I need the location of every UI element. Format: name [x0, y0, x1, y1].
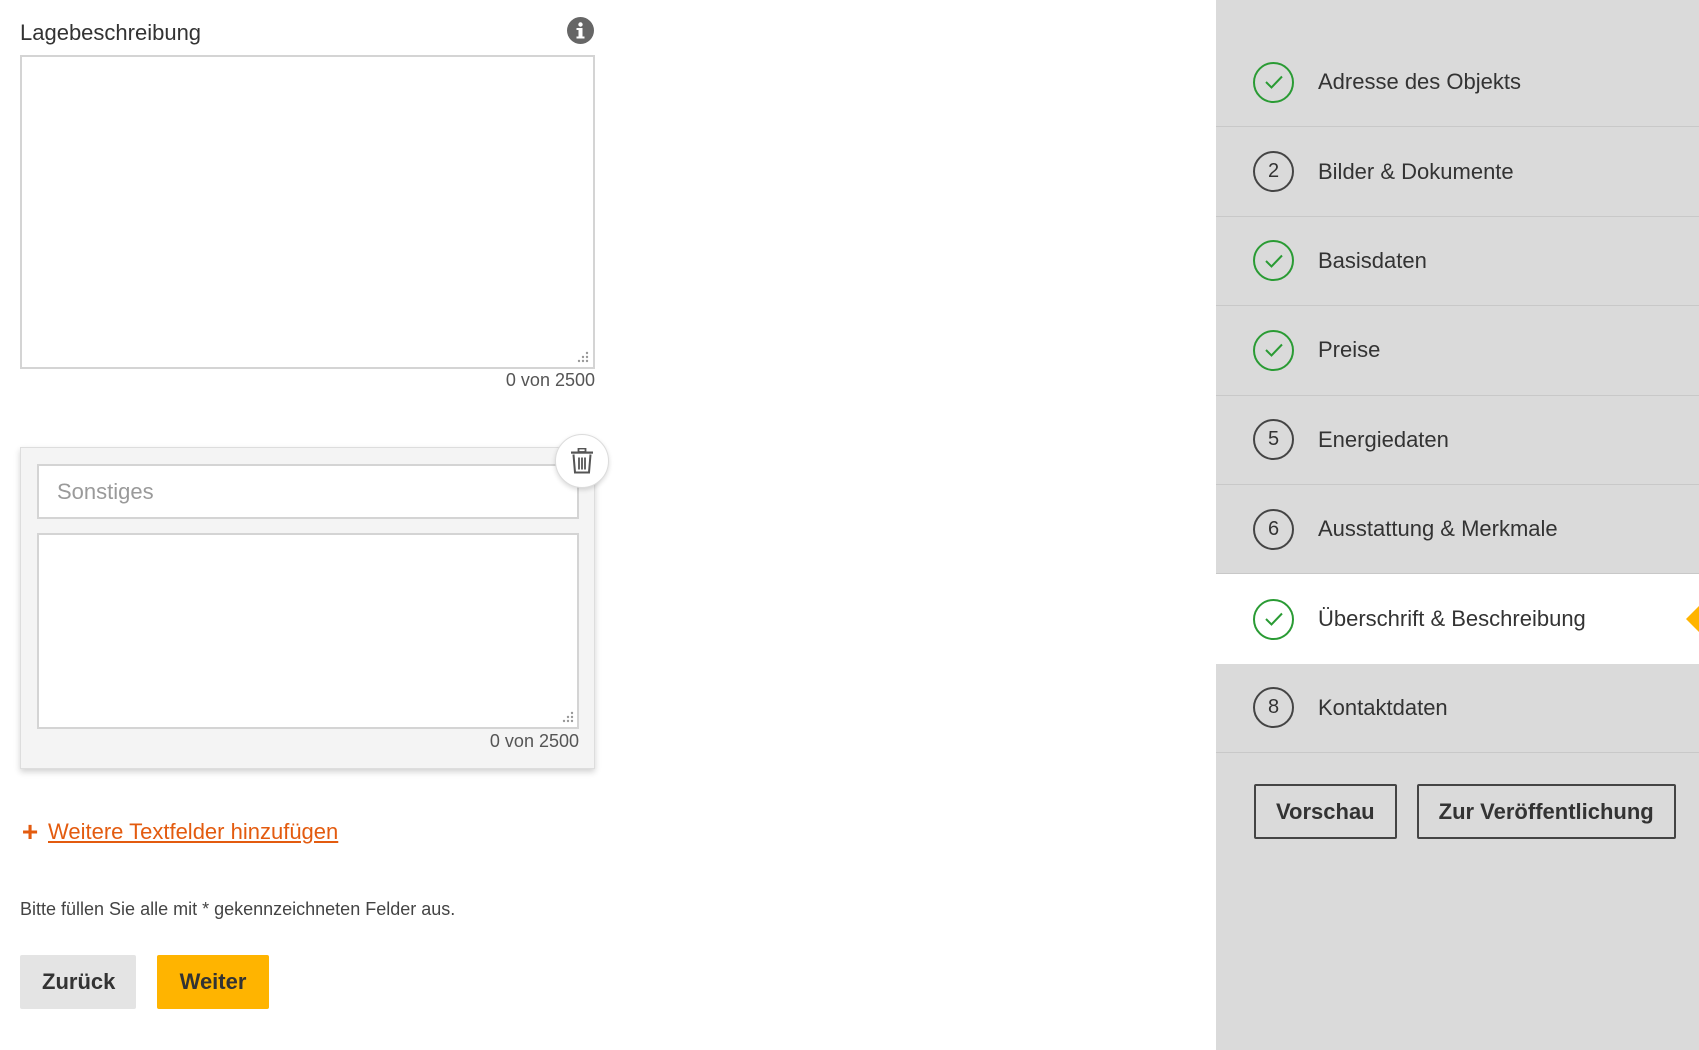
step-label: Kontaktdaten	[1318, 694, 1448, 720]
plus-icon: +	[21, 816, 39, 847]
active-step-marker	[1686, 606, 1699, 633]
steps-sidebar: Adresse des Objekts 2 Bilder & Dokumente…	[1216, 0, 1699, 1050]
step-label: Bilder & Dokumente	[1318, 158, 1514, 184]
step-label: Energiedaten	[1318, 426, 1449, 452]
step-label: Überschrift & Beschreibung	[1318, 606, 1586, 632]
steps-list: Adresse des Objekts 2 Bilder & Dokumente…	[1216, 38, 1699, 754]
step-label: Ausstattung & Merkmale	[1318, 516, 1558, 542]
extra-title-input[interactable]	[37, 464, 579, 519]
lage-char-counter: 0 von 2500	[505, 370, 595, 390]
extra-char-counter: 0 von 2500	[489, 731, 579, 751]
add-textfields-link[interactable]: + Weitere Textfelder hinzufügen	[20, 818, 338, 846]
step-ueberschrift-active[interactable]: Überschrift & Beschreibung	[1216, 574, 1699, 664]
step-ausstattung[interactable]: 6 Ausstattung & Merkmale	[1216, 485, 1699, 575]
extra-textarea[interactable]	[37, 533, 579, 729]
check-icon	[1253, 240, 1294, 282]
step-label: Basisdaten	[1318, 247, 1427, 273]
check-icon	[1253, 598, 1294, 640]
delete-textfield-button[interactable]	[555, 434, 609, 488]
check-icon	[1253, 61, 1294, 103]
info-icon[interactable]	[567, 17, 594, 44]
step-number: 2	[1253, 151, 1294, 193]
step-bilder[interactable]: 2 Bilder & Dokumente	[1216, 127, 1699, 217]
next-button[interactable]: Weiter	[157, 955, 269, 1009]
step-number: 6	[1253, 508, 1294, 550]
step-preise[interactable]: Preise	[1216, 306, 1699, 396]
step-basisdaten[interactable]: Basisdaten	[1216, 217, 1699, 307]
check-icon	[1253, 329, 1294, 371]
sidebar-actions: Vorschau Zur Veröffentlichung	[1254, 784, 1676, 839]
step-adresse[interactable]: Adresse des Objekts	[1216, 38, 1699, 128]
step-label: Adresse des Objekts	[1318, 69, 1521, 95]
lage-textarea[interactable]	[20, 55, 595, 369]
step-number: 8	[1253, 687, 1294, 729]
back-button[interactable]: Zurück	[20, 955, 136, 1009]
step-number: 5	[1253, 419, 1294, 461]
step-energiedaten[interactable]: 5 Energiedaten	[1216, 396, 1699, 485]
add-textfields-label: Weitere Textfelder hinzufügen	[48, 819, 339, 844]
trash-icon	[571, 448, 593, 474]
preview-button[interactable]: Vorschau	[1254, 784, 1397, 839]
form-area: Lagebeschreibung 0 von 2500 0 von 2500	[0, 0, 1216, 1050]
step-label: Preise	[1318, 337, 1381, 363]
resize-handle-icon[interactable]	[576, 350, 590, 364]
publish-button[interactable]: Zur Veröffentlichung	[1416, 784, 1676, 839]
extra-textfield-box: 0 von 2500	[20, 447, 595, 769]
resize-handle-icon[interactable]	[561, 710, 575, 724]
lage-label: Lagebeschreibung	[20, 20, 202, 45]
step-kontaktdaten[interactable]: 8 Kontaktdaten	[1216, 664, 1699, 754]
required-fields-hint: Bitte füllen Sie alle mit * gekennzeichn…	[20, 899, 456, 919]
